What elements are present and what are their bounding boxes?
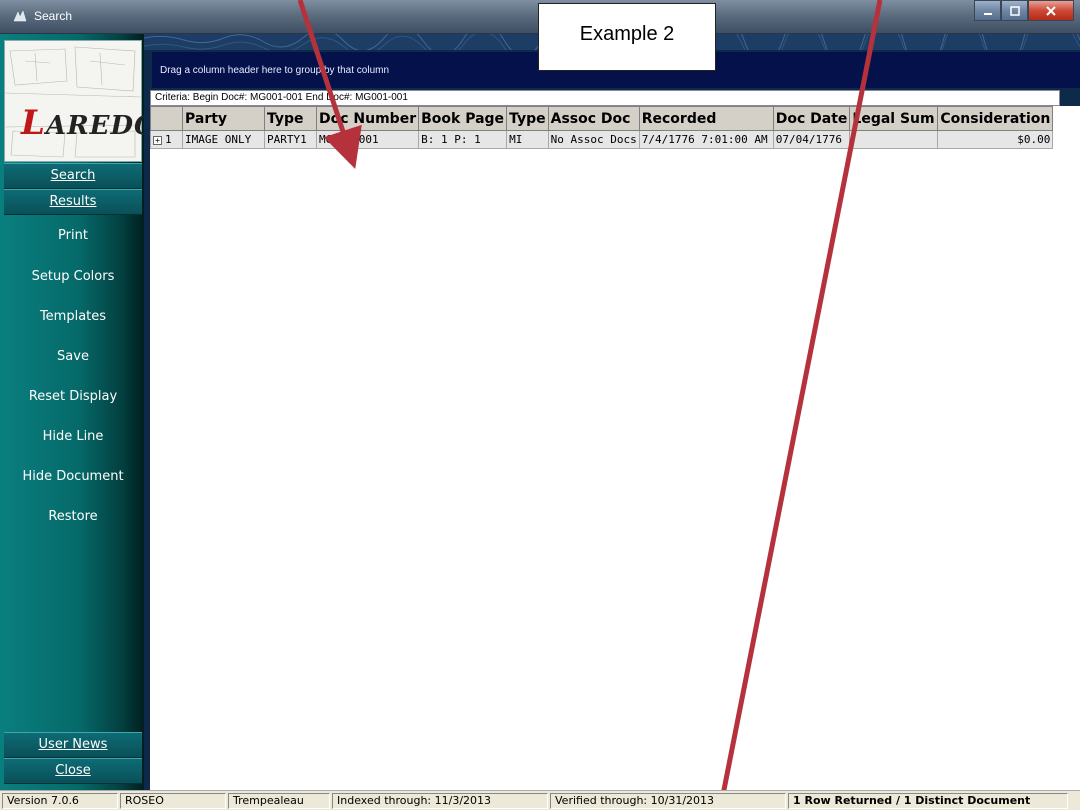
cell-type-2[interactable]: MI [506,130,549,149]
minimize-icon [983,12,992,15]
laredo-logo: LAREDO [4,40,157,162]
reset-display-button[interactable]: Reset Display [4,386,142,408]
setup-colors-button[interactable]: Setup Colors [4,266,142,288]
expand-row-icon[interactable]: + [153,135,162,145]
criteria-text: Criteria: Begin Doc#: MG001-001 End Doc#… [150,90,1060,106]
cell-party[interactable]: IMAGE ONLY [182,130,265,149]
templates-button[interactable]: Templates [4,306,142,328]
window-title: Search [34,9,73,23]
column-header-legal-sum[interactable]: Legal Sum [849,106,939,131]
cell-book-page[interactable]: B: 1 P: 1 [418,130,508,149]
window-controls [974,0,1074,22]
status-indexed: Indexed through: 11/3/2013 [332,793,548,809]
column-header-type-2[interactable]: Type [506,106,549,131]
close-window-button[interactable] [1028,0,1074,21]
cell-legal-sum[interactable] [849,130,939,149]
cell-consideration[interactable]: $0.00 [937,130,1054,149]
maximize-icon [1009,5,1020,16]
table-row[interactable]: +1 IMAGE ONLY PARTY1 MG001-001 B: 1 P: 1… [150,130,1054,149]
column-header-doc-date[interactable]: Doc Date [772,106,851,131]
tab-results[interactable]: Results [4,189,142,215]
column-header-consideration[interactable]: Consideration [937,106,1054,131]
results-grid: Party Type Doc Number Book Page Type Ass… [150,106,1080,790]
results-panel: Drag a column header here to group by th… [144,34,1080,790]
tab-search[interactable]: Search [4,163,142,189]
maximize-button[interactable] [1001,0,1028,21]
column-header-party[interactable]: Party [182,106,265,131]
user-news-button[interactable]: User News [4,732,142,758]
column-header-assoc-doc[interactable]: Assoc Doc [547,106,640,131]
hide-document-button[interactable]: Hide Document [4,466,142,488]
search-window: Search LAREDO Search Results Print Setup… [0,0,1080,810]
row-index-cell[interactable]: +1 [150,130,183,149]
print-button[interactable]: Print [4,225,142,247]
close-button[interactable]: Close [4,758,142,784]
search-app-icon [13,10,27,22]
restore-button[interactable]: Restore [4,506,142,528]
status-verified: Verified through: 10/31/2013 [550,793,786,809]
example-callout: Example 2 [538,3,716,71]
column-header-type[interactable]: Type [264,106,317,131]
hide-line-button[interactable]: Hide Line [4,426,142,448]
column-header-index[interactable] [150,106,183,131]
cell-doc-number[interactable]: MG001-001 [315,130,420,149]
close-icon [1046,5,1056,16]
cell-assoc-doc[interactable]: No Assoc Docs [547,130,640,149]
column-header-book-page[interactable]: Book Page [418,106,508,131]
status-user: ROSEO [120,793,226,809]
status-bar: Version 7.0.6 ROSEO Trempealeau Indexed … [0,790,1080,810]
status-county: Trempealeau [228,793,330,809]
status-version: Version 7.0.6 [2,793,118,809]
cell-type[interactable]: PARTY1 [264,130,317,149]
minimize-button[interactable] [974,0,1001,21]
grid-header-row: Party Type Doc Number Book Page Type Ass… [150,106,1054,131]
cell-recorded[interactable]: 7/4/1776 7:01:00 AM [638,130,774,149]
status-rows-returned: 1 Row Returned / 1 Distinct Document [788,793,1068,809]
column-header-recorded[interactable]: Recorded [638,106,774,131]
map-background-icon [5,46,141,158]
column-header-doc-number[interactable]: Doc Number [315,106,420,131]
save-button[interactable]: Save [4,346,142,368]
cell-doc-date[interactable]: 07/04/1776 [772,130,851,149]
sidebar: LAREDO Search Results Print Setup Colors… [0,34,157,790]
logo-text: LAREDO [21,103,158,143]
